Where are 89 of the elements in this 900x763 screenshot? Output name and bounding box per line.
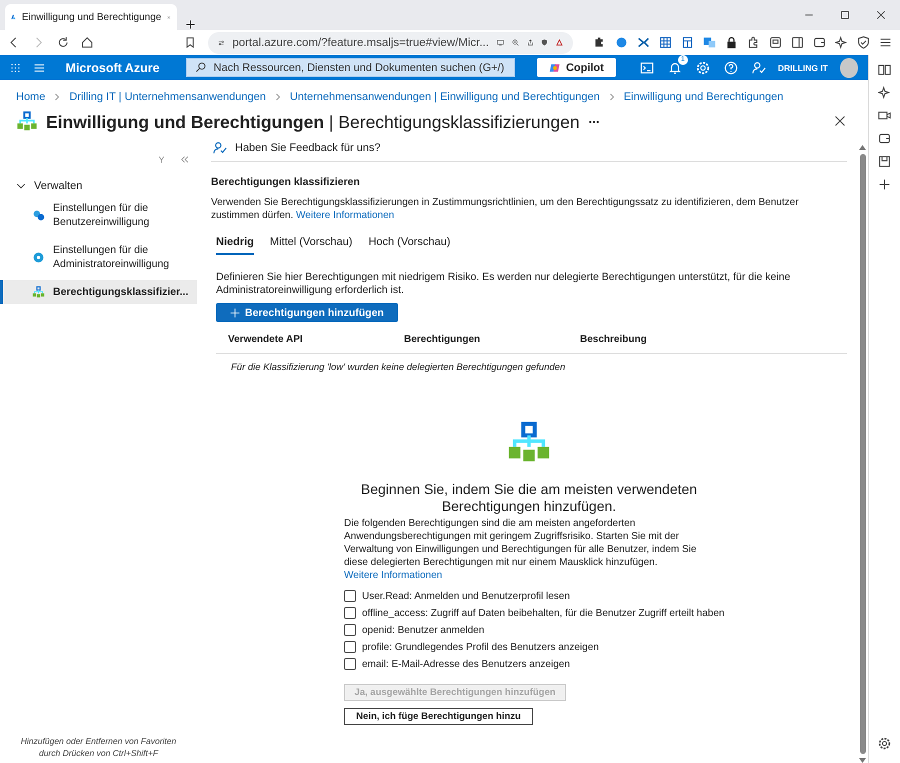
column-header: Verwendete API (228, 334, 304, 345)
grid-icon[interactable] (659, 36, 672, 49)
nav-item[interactable]: Einstellungen für die Administratoreinwilligung (0, 238, 197, 276)
chevron-icon (608, 93, 616, 101)
account-name[interactable]: DRILLING IT (778, 62, 828, 72)
hierarchy-icon (16, 111, 38, 133)
permission-checkbox[interactable]: email: E-Mail-Adresse des Benutzers anzeigen (344, 658, 570, 670)
tab[interactable]: Niedrig (216, 236, 254, 255)
table-icon[interactable] (681, 36, 694, 49)
tab-title: Einwilligung und Berechtigunge (22, 12, 162, 22)
cross-icon[interactable] (637, 36, 650, 49)
tab-description: Definieren Sie hier Berechtigungen mit niedrigem Risiko. Es werden nur delegierte Berechtigungen unterstützt, für die keine Administratoreinwilligung erforderlich ist. (216, 271, 792, 297)
menu-icon[interactable] (879, 36, 892, 49)
address-bar[interactable]: portal.azure.com/?feature.msaljs=true#view/Micr... (208, 32, 574, 54)
learn-more-link[interactable]: Weitere Informationen (344, 570, 442, 581)
nav-group[interactable]: Verwalten (0, 164, 197, 192)
section-description: Verwenden Sie Berechtigungsklassifizierungen in Zustimmungsrichtlinien, um den Berechtigungssatz zu identifizieren, dem Benutzer zustimmen dürfen. Weitere Informationen (211, 196, 800, 222)
permission-checkbox[interactable]: User.Read: Anmelden und Benutzerprofil lesen (344, 590, 570, 602)
app-launcher-icon[interactable] (10, 62, 21, 74)
favorites-hint: Hinzufügen oder Entfernen von Favoriten durch Drücken von Ctrl+Shift+F (20, 735, 178, 759)
empty-table-message: Für die Klassifizierung 'low' wurden keine delegierten Berechtigungen gefunden (231, 362, 566, 373)
wallet-icon[interactable] (813, 36, 826, 49)
nav-item[interactable]: Einstellungen für die Benutzereinwilligung (0, 196, 197, 234)
shield-icon[interactable] (857, 36, 870, 49)
help-icon[interactable] (724, 60, 738, 74)
collapse-icon[interactable] (180, 155, 189, 164)
copilot-button[interactable]: Copilot (536, 58, 616, 77)
breadcrumb-link[interactable]: Home (16, 91, 46, 103)
scroll-up-icon[interactable] (859, 145, 866, 150)
permission-checkbox[interactable]: profile: Grundlegendes Profil des Benutzers anzeigen (344, 641, 599, 653)
bell-icon[interactable] (668, 60, 682, 74)
breadcrumb-link[interactable]: Unternehmensanwendungen | Einwilligung und Berechtigungen (290, 91, 600, 103)
nav-group-label: Verwalten (34, 180, 82, 192)
maximize-icon[interactable] (840, 10, 850, 20)
section-heading: Berechtigungen klassifizieren (211, 176, 361, 188)
action-button[interactable]: Nein, ich füge Berechtigungen hinzu (344, 708, 533, 725)
close-icon[interactable] (876, 10, 886, 20)
url-text: portal.azure.com/?feature.msaljs=true#view/Micr... (232, 36, 489, 48)
avatar[interactable] (840, 58, 858, 78)
checkbox[interactable] (344, 658, 356, 670)
save-icon[interactable] (878, 155, 891, 168)
video-icon[interactable] (878, 109, 891, 122)
new-tab-icon[interactable] (185, 19, 196, 30)
add-icon[interactable] (878, 178, 891, 191)
chevron-icon (274, 93, 282, 101)
home-icon[interactable] (80, 36, 94, 49)
close-icon[interactable] (834, 114, 846, 126)
breadcrumb-link[interactable]: Einwilligung und Berechtigungen (624, 91, 784, 103)
sparkle-icon[interactable] (878, 86, 891, 99)
checkbox[interactable] (344, 607, 356, 619)
plus-icon (230, 308, 240, 318)
scrollbar[interactable] (859, 145, 866, 763)
lock-icon[interactable] (725, 36, 738, 49)
column-header: Berechtigungen (404, 334, 482, 345)
feedback-icon (213, 141, 227, 155)
copilot-icon (548, 62, 561, 74)
empty-state-heading: Beginnen Sie, indem Sie die am meisten verwendeten Berechtigungen hinzufügen. (360, 481, 698, 515)
breadcrumb-link[interactable]: Drilling IT | Unternehmensanwendungen (69, 91, 266, 103)
checkbox[interactable] (344, 641, 356, 653)
wallet-icon[interactable] (878, 132, 891, 145)
terminal-icon[interactable] (640, 60, 654, 74)
feedback-icon[interactable] (752, 60, 766, 74)
nav-item[interactable]: Berechtigungsklassifizier... (0, 280, 197, 304)
bookmark-icon[interactable] (184, 36, 196, 49)
permission-checkbox[interactable]: offline_access: Zugriff auf Daten beibehalten, für die Benutzer Zugriff erteilt haben (344, 607, 724, 619)
reader-icon[interactable] (878, 63, 891, 76)
checkbox[interactable] (344, 624, 356, 636)
checkbox[interactable] (344, 590, 356, 602)
chevron-icon (53, 93, 62, 101)
column-header: Beschreibung (580, 334, 648, 345)
split-screen-icon[interactable] (791, 36, 804, 49)
reload-icon[interactable] (56, 36, 69, 49)
page-title: Einwilligung und Berechtigungen | Berechtigungsklassifizierungen (46, 112, 580, 132)
hierarchy-icon (32, 286, 45, 298)
permission-checkbox[interactable]: openid: Benutzer anmelden (344, 624, 484, 636)
scroll-down-icon[interactable] (859, 758, 866, 763)
brand-name[interactable]: Microsoft Azure (66, 60, 160, 74)
learn-more-link[interactable]: Weitere Informationen (296, 210, 394, 221)
tab[interactable]: Hoch (Vorschau) (368, 236, 450, 255)
empty-state-text: Die folgenden Berechtigungen sind die am meisten angeforderten Anwendungsberechtigungen mit geringem Zugriffsrisiko. Starten Sie mit der Verwaltung von Einwilligungen und Berechtigungen für alle Benutzer, indem Sie diese delegierten Berechtigungen mit nur einem Mausklick hinzufügen. Weitere Informationen (344, 517, 698, 582)
settings-icon[interactable] (878, 737, 891, 750)
feedback-link[interactable]: Haben Sie Feedback für uns? (211, 135, 847, 162)
extensions-icon[interactable] (747, 36, 760, 49)
browser-tab[interactable]: Einwilligung und Berechtigunge (5, 4, 177, 30)
add-permissions-button[interactable]: Berechtigungen hinzufügen (216, 303, 398, 322)
tab[interactable]: Mittel (Vorschau) (270, 236, 352, 255)
sparkle-icon[interactable] (835, 36, 848, 49)
search-field[interactable]: Nach Ressourcen, Diensten und Dokumenten suchen (G+/) (186, 58, 515, 77)
search-icon (194, 62, 206, 73)
